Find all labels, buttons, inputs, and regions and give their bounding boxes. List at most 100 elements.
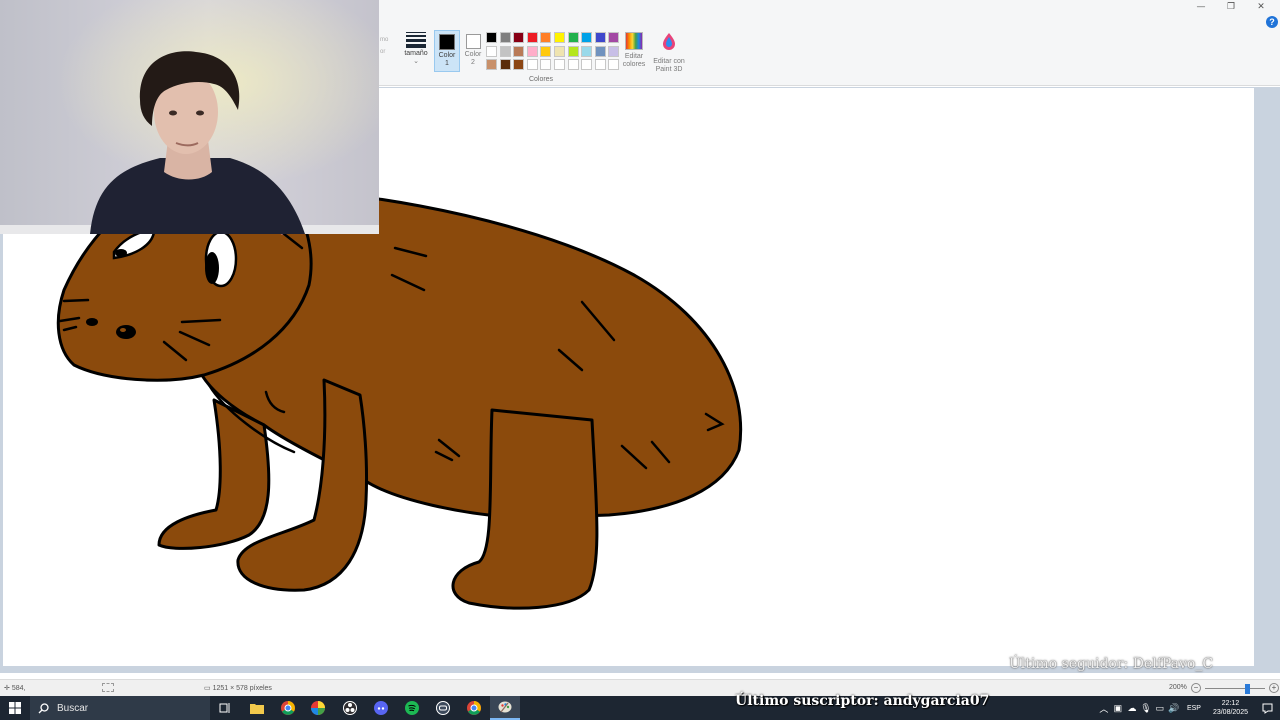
palette-swatch[interactable] (553, 45, 565, 57)
device-icon[interactable]: ▣ (1111, 696, 1125, 720)
palette-swatch[interactable] (540, 45, 552, 57)
palette-swatch[interactable] (526, 45, 538, 57)
chevron-up-icon[interactable]: ︿ (1097, 696, 1111, 720)
taskbar-search-box[interactable]: Buscar (30, 696, 210, 720)
maximize-button[interactable]: ❐ (1216, 0, 1246, 14)
search-icon (38, 702, 49, 713)
start-button[interactable] (0, 696, 30, 720)
faded-label: mo (380, 37, 389, 43)
palette-swatch[interactable] (581, 45, 593, 57)
paint-taskbar-button[interactable] (490, 696, 520, 720)
discord-button[interactable] (366, 696, 396, 720)
palette-swatch[interactable] (486, 59, 497, 71)
system-tray: ︿ ▣ ☁ 🎙 ▭ 🔊 ESP 22:12 23/08/2025 (1097, 696, 1280, 720)
file-explorer-button[interactable] (242, 696, 272, 720)
stream-follower-overlay: Último seguidor: DelfPavo_C (1009, 656, 1214, 672)
palette-swatch[interactable] (594, 32, 606, 43)
palette-swatch[interactable] (608, 59, 620, 71)
palette-swatch[interactable] (567, 32, 579, 43)
chrome-profile-button[interactable] (459, 696, 489, 720)
palette-swatch[interactable] (540, 59, 552, 71)
edit-colors-icon (625, 32, 643, 50)
edit-colors-label: Editar colores (622, 53, 646, 68)
palette-swatch[interactable] (567, 45, 579, 57)
color-palette (486, 32, 620, 71)
palette-swatch[interactable] (486, 45, 497, 57)
palette-swatch[interactable] (526, 32, 538, 43)
edit-colors-button[interactable]: Editar colores (620, 32, 648, 69)
palette-swatch[interactable] (486, 32, 497, 43)
palette-swatch[interactable] (608, 32, 620, 43)
color-picker-app-button[interactable] (303, 696, 333, 720)
help-icon[interactable]: ? (1266, 16, 1278, 28)
canvas-size-text: 1251 × 578 píxeles (212, 685, 272, 692)
zoom-thumb[interactable] (1244, 684, 1250, 694)
palette-swatch[interactable] (540, 32, 552, 43)
palette-swatch[interactable] (499, 59, 511, 71)
paint3d-button[interactable]: Editar con Paint 3D (650, 32, 688, 74)
color1-swatch (439, 34, 455, 50)
clock[interactable]: 22:12 23/08/2025 (1213, 699, 1248, 717)
zoom-slider[interactable]: − + (1189, 683, 1279, 694)
color1-button[interactable]: Color 1 (434, 30, 460, 72)
streaming-app-icon (436, 701, 450, 715)
webcam-feed-image (0, 0, 379, 234)
close-button[interactable]: ✕ (1246, 0, 1276, 14)
chrome-icon (467, 701, 481, 715)
stream-subscriber-overlay: Último suscriptor: andygarcia07 (735, 693, 990, 709)
search-placeholder: Buscar (57, 702, 89, 714)
language-indicator[interactable]: ESP (1187, 705, 1201, 712)
zoom-track[interactable] (1205, 688, 1265, 689)
palette-swatch[interactable] (567, 59, 579, 71)
palette-swatch[interactable] (499, 45, 511, 57)
zoom-out-button[interactable]: − (1191, 683, 1201, 693)
folder-icon (250, 703, 264, 714)
pupil-left (115, 249, 127, 257)
paint3d-label: Editar con Paint 3D (653, 58, 685, 73)
obs-button[interactable] (335, 696, 365, 720)
palette-swatch[interactable] (581, 32, 593, 43)
palette-swatch[interactable] (581, 59, 593, 71)
color1-number: 1 (445, 60, 449, 67)
paint3d-icon (663, 33, 675, 50)
volume-icon[interactable]: 🔊 (1167, 696, 1181, 720)
window-controls: — ❐ ✕ (1186, 0, 1276, 14)
zoom-in-button[interactable]: + (1269, 683, 1279, 693)
palette-swatch[interactable] (513, 45, 525, 57)
faded-label: or (380, 49, 386, 55)
palette-swatch[interactable] (526, 59, 538, 71)
palette-swatch[interactable] (513, 59, 525, 71)
paint-icon (498, 701, 512, 713)
palette-swatch[interactable] (553, 32, 565, 43)
cursor-position-text: 584, (11, 685, 26, 692)
zoom-level: 200% (1169, 684, 1187, 691)
chrome-button[interactable] (273, 696, 303, 720)
palette-swatch[interactable] (594, 45, 606, 57)
discord-icon (374, 701, 388, 715)
microphone-icon[interactable]: 🎙 (1139, 696, 1153, 720)
spotify-button[interactable] (397, 696, 427, 720)
palette-swatch[interactable] (513, 32, 525, 43)
color2-button[interactable]: Color 2 (461, 30, 485, 72)
color2-number: 2 (471, 59, 475, 66)
color1-label: Color (438, 52, 456, 59)
color2-label: Color (464, 51, 482, 58)
palette-swatch[interactable] (553, 59, 565, 71)
capybara-nose (116, 325, 136, 339)
palette-swatch[interactable] (608, 45, 620, 57)
notifications-icon[interactable] (1254, 696, 1280, 720)
minimize-button[interactable]: — (1186, 0, 1216, 14)
pupil-right (205, 252, 219, 284)
obs-icon (343, 701, 357, 715)
streaming-app-button[interactable] (428, 696, 458, 720)
task-view-button[interactable] (214, 696, 236, 720)
palette-swatch[interactable] (499, 32, 511, 43)
network-icon[interactable]: ▭ (1153, 696, 1167, 720)
clock-time: 22:12 (1221, 700, 1240, 707)
cursor-position: ✛ 584, (4, 684, 25, 692)
cloud-icon[interactable]: ☁ (1125, 696, 1139, 720)
palette-swatch[interactable] (594, 59, 606, 71)
selection-size-icon (102, 683, 114, 692)
color2-swatch (465, 34, 481, 49)
size-button[interactable]: tamaño ⌄ (403, 32, 429, 66)
